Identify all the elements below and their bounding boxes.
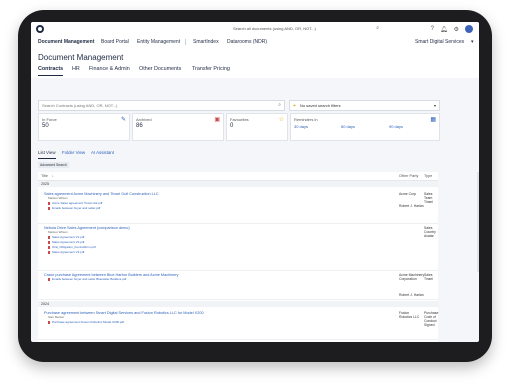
help-icon[interactable]: ?	[431, 26, 434, 32]
pdf-icon	[48, 201, 50, 205]
table-row[interactable]: Sales agreement Acme Machinery and Tinse…	[38, 190, 438, 224]
tab-list-view[interactable]: List View	[38, 150, 56, 159]
row-other-party: Fusion Robotics LLC	[399, 311, 420, 319]
card-archived-label: Archived	[136, 117, 152, 122]
app-screen: Search all documents (using AND, OR, NOT…	[31, 22, 479, 342]
contracts-search-placeholder: Search Contracts (using AND, OR, NOT...)	[42, 103, 118, 108]
star-icon: ☆	[278, 117, 284, 123]
row-owner: Markus Wilson	[48, 230, 68, 234]
card-in-force-label: In Force	[42, 117, 57, 122]
table-header: Title ↓ Other Party Type	[38, 172, 438, 181]
reminder-30-days[interactable]: 30 days	[294, 124, 308, 129]
card-favourites-label: Favourites	[230, 117, 249, 122]
row-other-party: Acme Corp	[399, 192, 416, 196]
file-link[interactable]: Sales Agreement V1.pdf	[48, 235, 84, 239]
reminder-90-days[interactable]: 90 days	[389, 124, 403, 129]
card-reminders-label: Reminders in	[294, 117, 318, 122]
file-link[interactable]: Emails between buyer and seller.pdf	[48, 206, 100, 210]
pdf-icon	[48, 235, 50, 239]
table-scrollbar[interactable]	[477, 172, 479, 272]
file-link[interactable]: Purchase agreement Fusion Robotics Model…	[48, 320, 124, 324]
pdf-icon	[48, 245, 50, 249]
header-type[interactable]: Type	[424, 174, 432, 178]
card-favourites[interactable]: Favourites 0 ☆	[226, 113, 288, 141]
row-type-sub: Code of Conduct Signed	[424, 315, 437, 327]
row-title[interactable]: Purchase agreement between Smart Digital…	[44, 311, 204, 315]
pdf-icon	[48, 206, 50, 210]
settings-icon[interactable]: ⚙	[454, 26, 459, 33]
global-search-placeholder: Search all documents (using AND, OR, NOT…	[233, 26, 316, 31]
file-link[interactable]: Sales Agreement V2.pdf	[48, 240, 84, 244]
tab-hr[interactable]: HR	[72, 66, 80, 75]
archive-icon: ▣	[214, 117, 220, 123]
table-row[interactable]: Crane purchase Agreement between Blue Ha…	[38, 271, 438, 300]
row-owner: Sam Becker	[48, 315, 65, 319]
row-owner: Markus Wilson	[48, 196, 68, 200]
nav-entity-management[interactable]: Entity Management	[137, 36, 180, 48]
edit-icon: ✎	[120, 117, 126, 123]
summary-cards: In Force 50 ✎ Archived 86 ▣ Favourites 0…	[38, 113, 440, 141]
header-other-party[interactable]: Other Party	[399, 174, 418, 178]
bell-icon[interactable]: 🔔︎	[440, 26, 448, 33]
filter-icon: ⏷	[293, 103, 297, 108]
tab-transfer-pricing[interactable]: Transfer Pricing	[192, 66, 230, 75]
nav-datarooms[interactable]: Datarooms (NDR)	[227, 36, 267, 48]
tab-other-documents[interactable]: Other Documents	[139, 66, 181, 75]
file-link[interactable]: Emails between buyer and seller Bluewate…	[48, 277, 126, 281]
view-tabs: List View Folder View AI Assistant	[38, 150, 438, 160]
sort-icon[interactable]: ↓	[52, 174, 54, 178]
row-type-sub: Country Avatar	[424, 230, 436, 238]
top-icons: ? 🔔︎ ⚙	[431, 24, 473, 34]
file-link[interactable]: Oral_Obligation_Kontrollform.pdf	[48, 245, 96, 249]
pdf-icon	[48, 250, 50, 254]
top-bar: Search all documents (using AND, OR, NOT…	[31, 22, 479, 37]
contracts-search-input[interactable]: Search Contracts (using AND, OR, NOT...)…	[38, 100, 285, 111]
row-type-sub: Team Tinsel	[424, 196, 433, 204]
file-link[interactable]: Acme Sales agreement Tinsel Hot.pdf	[48, 201, 102, 205]
row-other-party-contact: Robert J. Harlan	[399, 293, 424, 297]
card-favourites-value: 0	[230, 123, 234, 129]
tab-contracts[interactable]: Contracts	[38, 66, 64, 76]
card-in-force-value: 50	[42, 123, 49, 129]
group-year-label: 2025	[41, 182, 49, 186]
table-row[interactable]: Nebula Drive Sales Agreement (comparison…	[38, 224, 438, 271]
search-icon[interactable]: ⌕	[278, 101, 281, 110]
page-title: Document Management	[38, 53, 124, 62]
advanced-search-button[interactable]: Advanced Search	[38, 162, 69, 168]
table-row[interactable]: Purchase agreement between Smart Digital…	[38, 309, 438, 340]
pdf-icon	[48, 277, 50, 281]
group-year-label: 2024	[41, 302, 49, 306]
card-reminders[interactable]: Reminders in 30 days 60 days 90 days ▦	[290, 113, 440, 141]
row-other-party-contact: Robert J. Harlan	[399, 204, 424, 208]
pdf-icon	[48, 320, 50, 324]
nav-board-portal[interactable]: Board Portal	[101, 36, 129, 48]
reminder-60-days[interactable]: 60 days	[341, 124, 355, 129]
pdf-icon	[48, 240, 50, 244]
saved-filters-label: No saved search filters	[300, 103, 341, 108]
saved-filters-select[interactable]: ⏷ No saved search filters ▾	[289, 100, 440, 111]
user-avatar[interactable]	[465, 25, 473, 33]
header-title[interactable]: Title	[41, 174, 48, 178]
tab-finance-admin[interactable]: Finance & Admin	[89, 66, 130, 75]
nav-smartindex[interactable]: SmartIndex	[193, 36, 219, 48]
card-in-force[interactable]: In Force 50 ✎	[38, 113, 130, 141]
card-archived[interactable]: Archived 86 ▣	[132, 113, 224, 141]
company-selector[interactable]: Smart Digital Services	[415, 36, 464, 48]
row-type-sub: Tinsel	[424, 277, 433, 281]
app-logo[interactable]	[36, 25, 44, 33]
group-row-2025[interactable]: 2025	[38, 181, 438, 187]
search-icon[interactable]: ⌕	[376, 24, 379, 33]
chevron-down-icon: ▾	[433, 103, 436, 108]
nav-divider	[185, 39, 186, 45]
contracts-table: Title ↓ Other Party Type 2025 Sales agre…	[38, 172, 438, 342]
card-archived-value: 86	[136, 123, 143, 129]
chevron-down-icon[interactable]: ▾	[471, 36, 474, 48]
global-search[interactable]: Search all documents (using AND, OR, NOT…	[231, 24, 381, 33]
file-link[interactable]: Sales Agreement V3.pdf	[48, 250, 84, 254]
group-row-2024[interactable]: 2024	[38, 301, 438, 307]
tab-ai-assistant[interactable]: AI Assistant	[91, 150, 114, 158]
tab-folder-view[interactable]: Folder View	[62, 150, 85, 158]
calendar-icon: ▦	[430, 117, 436, 123]
